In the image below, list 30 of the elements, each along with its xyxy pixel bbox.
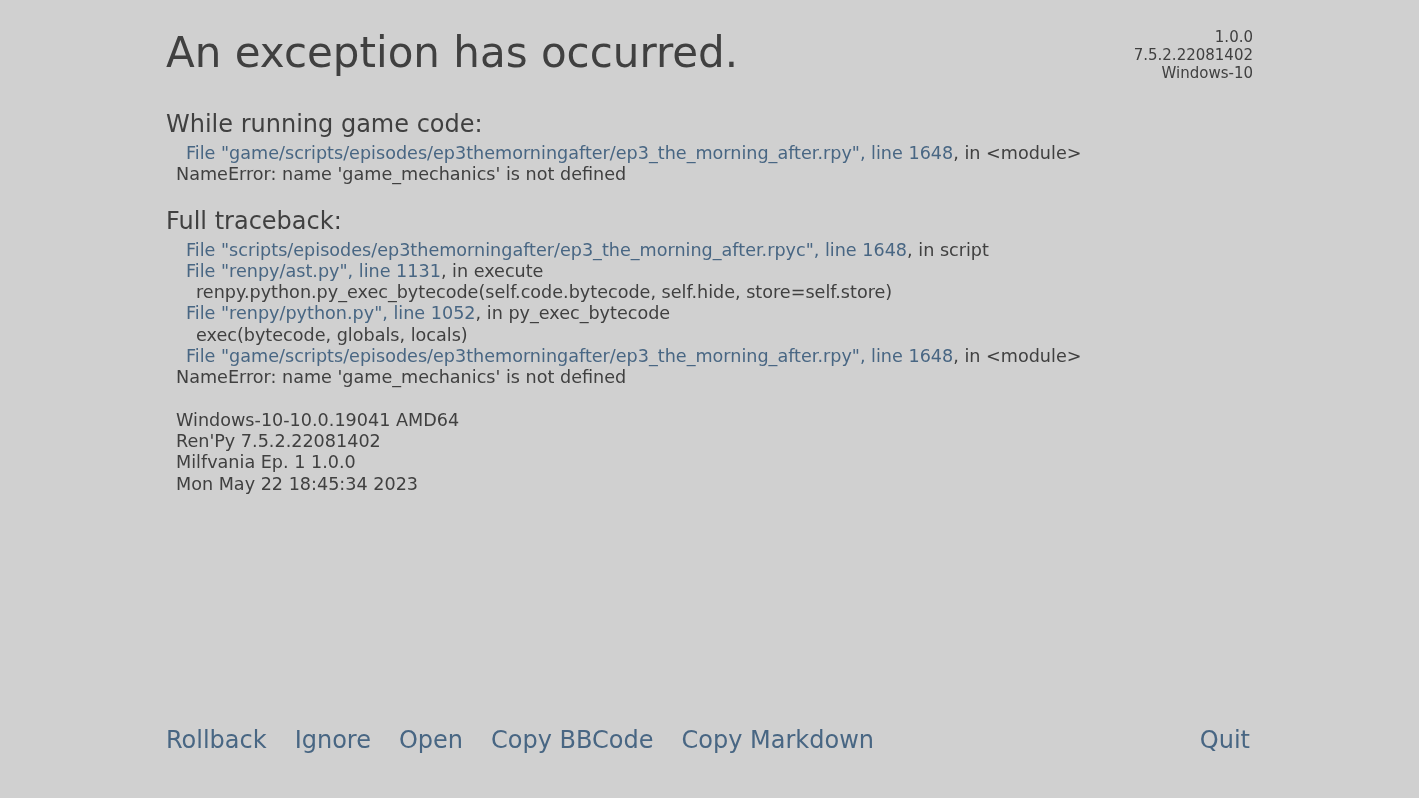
traceback-text: , in <module> bbox=[953, 143, 1082, 163]
file-link[interactable]: File "game/scripts/episodes/ep3themorningafter/ep3_the_morning_after.rpy", line 1648 bbox=[186, 143, 954, 163]
traceback-text: , in execute bbox=[440, 260, 544, 281]
quit-button[interactable]: Quit bbox=[1199, 726, 1250, 754]
code-text: renpy.python.py_exec_bytecode(self.code.bytecode, self.hide, store=self.store) bbox=[196, 282, 893, 303]
system-info-text: Windows-10-10.0.19041 AMD64 bbox=[176, 409, 460, 430]
traceback-text: , in script bbox=[907, 239, 989, 260]
action-button[interactable]: Copy Markdown bbox=[681, 726, 874, 754]
action-button[interactable]: Rollback bbox=[166, 726, 267, 754]
version-text: 1.0.0 bbox=[1214, 28, 1253, 46]
file-link[interactable]: File "renpy/ast.py", line 1131 bbox=[186, 260, 441, 281]
action-button[interactable]: Open bbox=[398, 726, 464, 754]
version-text: 7.5.2.22081402 bbox=[1133, 46, 1253, 64]
file-link[interactable]: File "renpy/python.py", line 1052 bbox=[186, 303, 476, 324]
section-heading: Full traceback: bbox=[166, 206, 343, 235]
error-message: NameError: name 'game_mechanics' is not defined bbox=[176, 367, 627, 388]
action-button[interactable]: Copy BBCode bbox=[491, 726, 654, 754]
error-message: NameError: name 'game_mechanics' is not defined bbox=[176, 164, 627, 185]
version-text: Windows-10 bbox=[1161, 64, 1253, 82]
section-heading: While running game code: bbox=[166, 110, 484, 138]
system-info-text: Milfvania Ep. 1 1.0.0 bbox=[176, 452, 356, 473]
file-link[interactable]: File "scripts/episodes/ep3themorningafter/ep3_the_morning_after.rpyc", line 1648 bbox=[186, 239, 908, 260]
code-text: exec(bytecode, globals, locals) bbox=[196, 324, 468, 345]
error-title: An exception has occurred. bbox=[166, 28, 739, 78]
file-link[interactable]: File "game/scripts/episodes/ep3themorningafter/ep3_the_morning_after.rpy", line 1648 bbox=[186, 346, 954, 367]
system-info-text: Mon May 22 18:45:34 2023 bbox=[176, 473, 419, 494]
traceback-text: , in py_exec_bytecode bbox=[475, 303, 671, 324]
action-button[interactable]: Ignore bbox=[294, 726, 371, 754]
traceback-text: , in <module> bbox=[953, 346, 1082, 367]
system-info-text: Ren'Py 7.5.2.22081402 bbox=[176, 430, 381, 451]
